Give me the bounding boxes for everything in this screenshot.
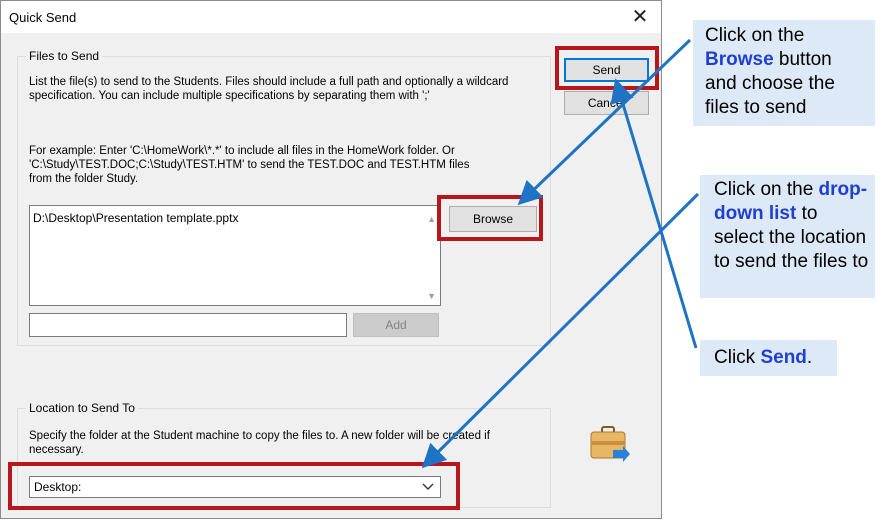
annotation-arrows (421, 38, 700, 469)
arrow-to-dropdown (421, 192, 700, 469)
arrow-to-send (610, 78, 698, 349)
arrow-to-browse (517, 38, 692, 206)
